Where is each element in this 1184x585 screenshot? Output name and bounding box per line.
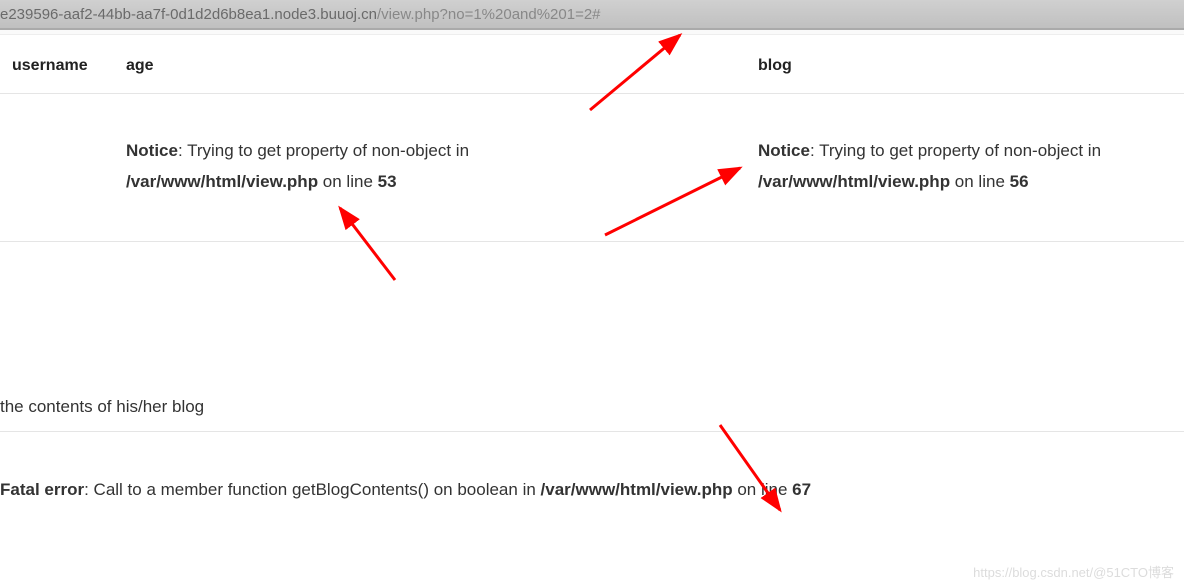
notice-line: 53	[378, 172, 397, 191]
table-row: Notice: Trying to get property of non-ob…	[0, 94, 1184, 242]
col-header-blog: blog	[750, 57, 1184, 75]
fatal-msg: : Call to a member function getBlogConte…	[84, 480, 540, 499]
blog-contents-label: the contents of his/her blog	[0, 397, 1184, 432]
col-header-username: username	[0, 57, 118, 75]
notice-msg: : Trying to get property of non-object i…	[178, 141, 469, 160]
notice-path: /var/www/html/view.php	[758, 172, 950, 191]
notice-online: on line	[318, 172, 378, 191]
notice-label: Notice	[758, 141, 810, 160]
notice-label: Notice	[126, 141, 178, 160]
watermark: https://blog.csdn.net/@51CTO博客	[973, 562, 1174, 581]
notice-msg: : Trying to get property of non-object i…	[810, 141, 1101, 160]
col-header-age: age	[118, 57, 750, 75]
cell-age-notice: Notice: Trying to get property of non-ob…	[118, 136, 750, 197]
notice-path: /var/www/html/view.php	[126, 172, 318, 191]
fatal-online: on line	[733, 480, 793, 499]
fatal-path: /var/www/html/view.php	[541, 480, 733, 499]
url-path: /view.php?no=1%20and%201=2#	[377, 6, 601, 23]
fatal-error: Fatal error: Call to a member function g…	[0, 480, 1184, 500]
fatal-label: Fatal error	[0, 480, 84, 499]
notice-line: 56	[1010, 172, 1029, 191]
notice-online: on line	[950, 172, 1010, 191]
cell-blog-notice: Notice: Trying to get property of non-ob…	[750, 136, 1184, 197]
browser-address-bar[interactable]: e239596-aaf2-44bb-aa7f-0d1d2d6b8ea1.node…	[0, 0, 1184, 30]
fatal-line: 67	[792, 480, 811, 499]
table-header: username age blog	[0, 35, 1184, 94]
url-domain: e239596-aaf2-44bb-aa7f-0d1d2d6b8ea1.node…	[0, 6, 377, 23]
